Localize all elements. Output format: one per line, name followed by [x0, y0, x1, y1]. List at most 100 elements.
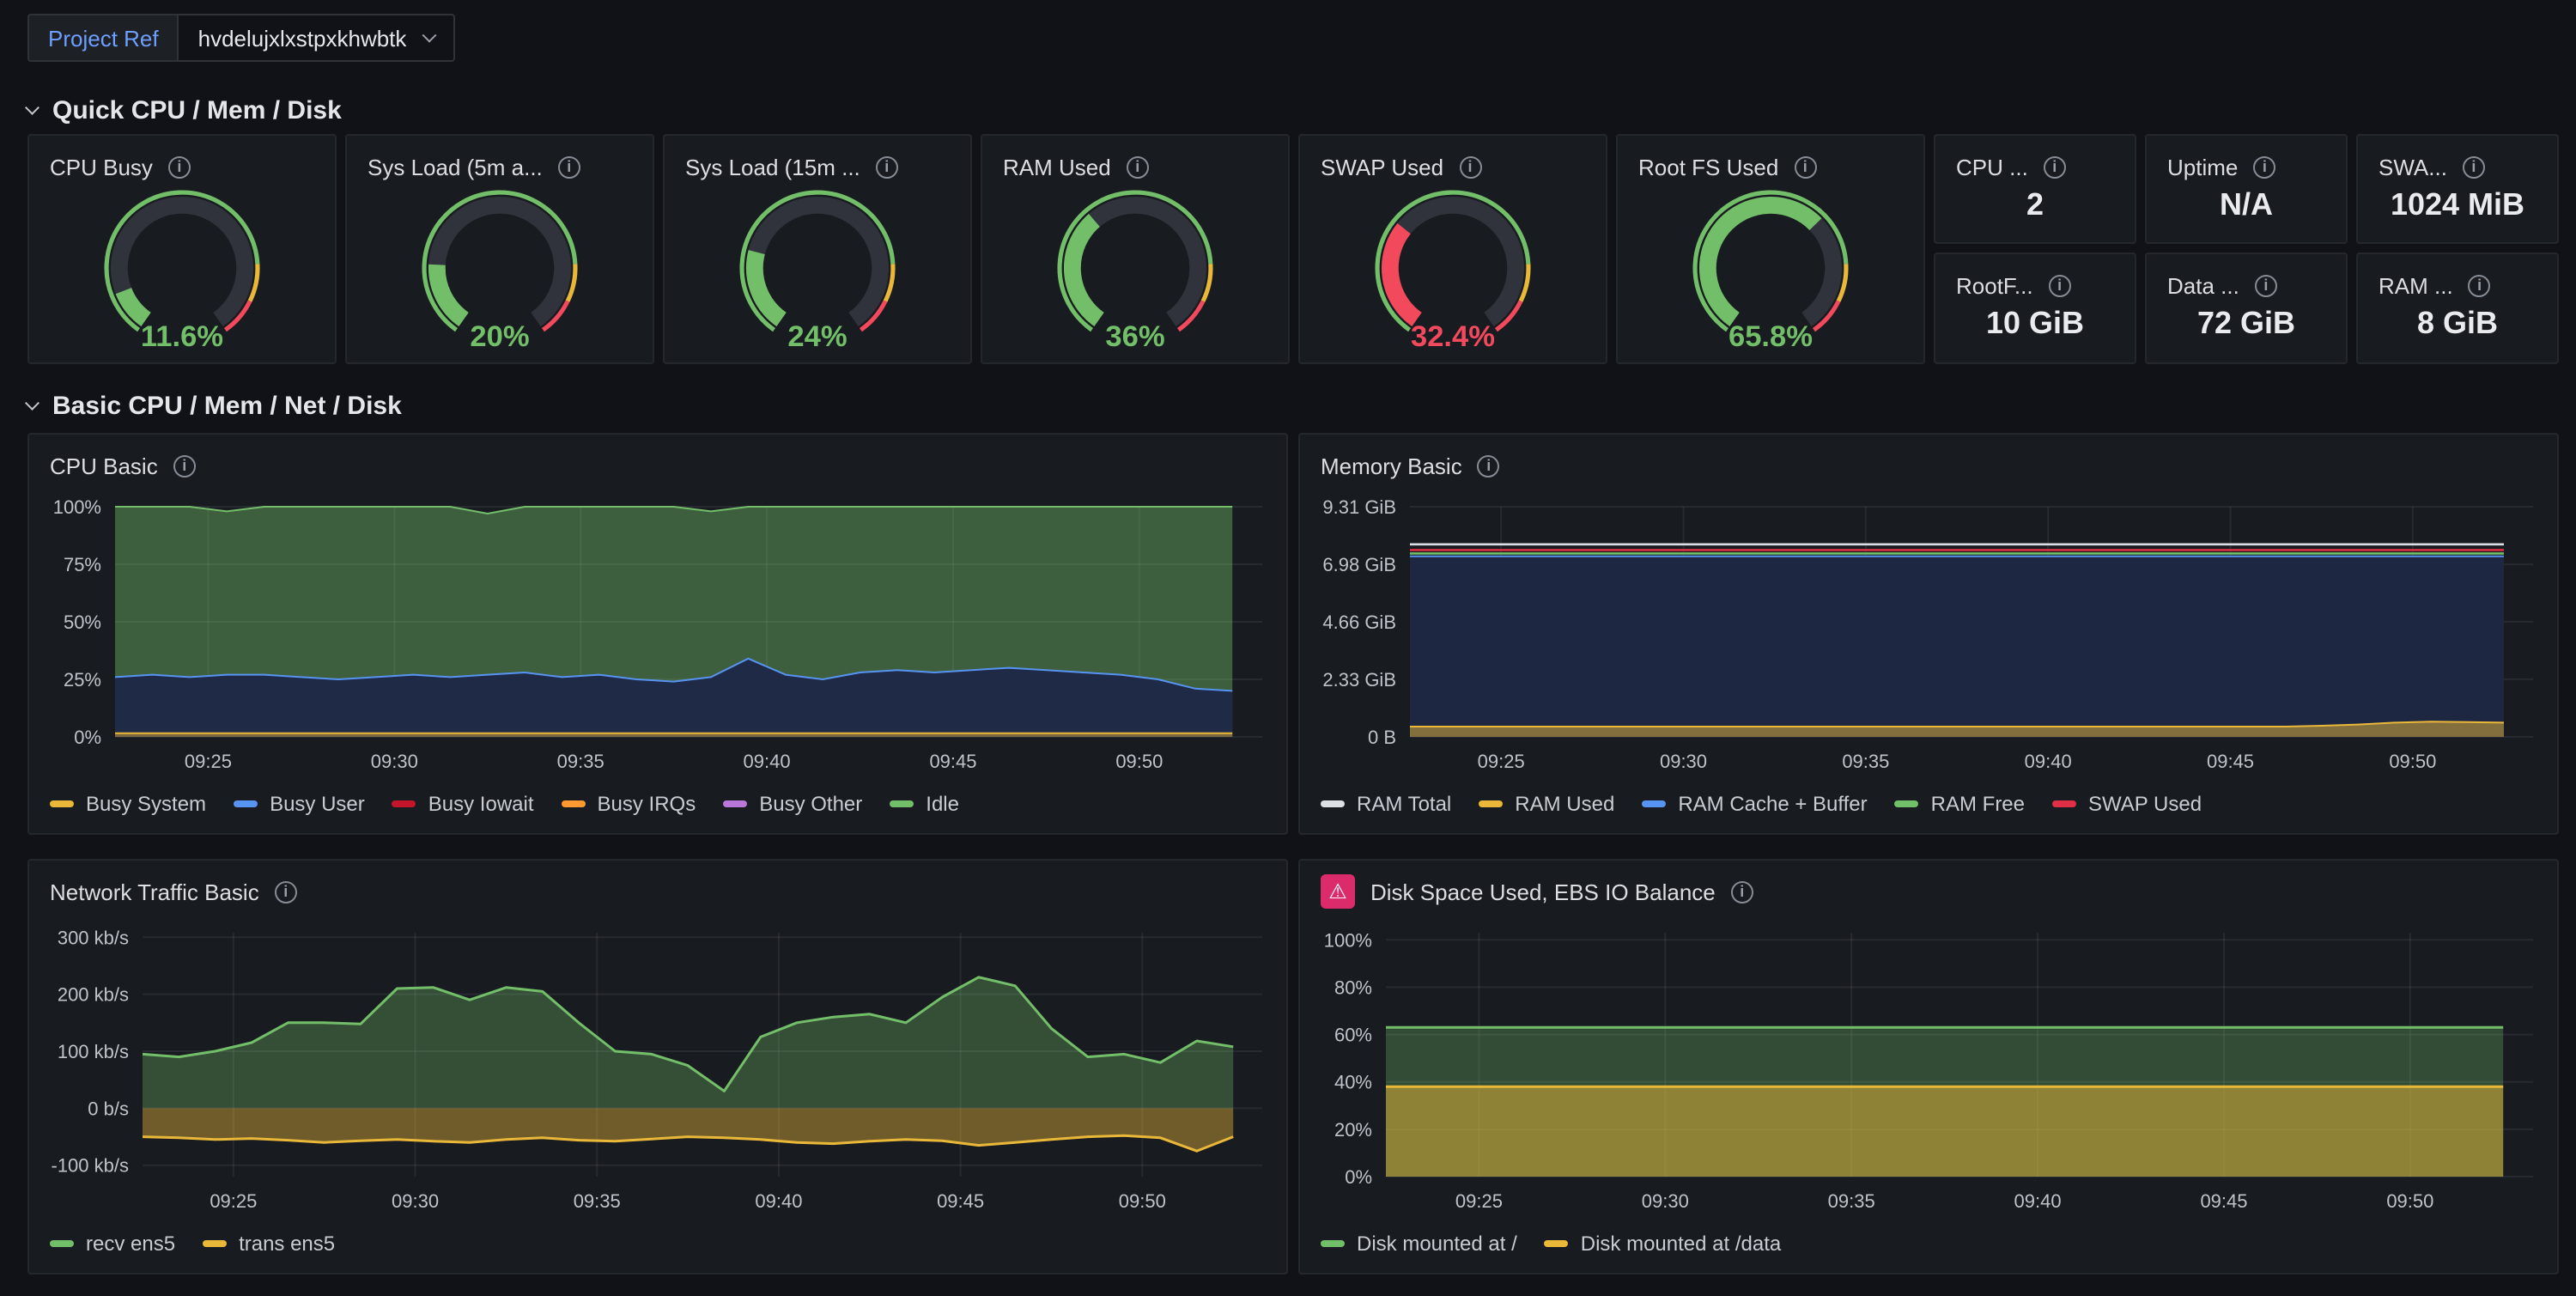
- disk-space-chart: 09:2509:3009:3509:4009:4509:50100%80%60%…: [1310, 919, 2543, 1218]
- legend-label: RAM Cache + Buffer: [1678, 792, 1867, 816]
- y-tick-label: 0%: [74, 727, 101, 748]
- info-icon[interactable]: i: [173, 454, 196, 477]
- legend-item[interactable]: Disk mounted at /data: [1545, 1232, 1781, 1256]
- x-tick-label: 09:45: [937, 1190, 984, 1212]
- panel-title[interactable]: CPU Busy: [50, 154, 153, 179]
- legend-marker: [1895, 800, 1919, 807]
- legend-item[interactable]: recv ens5: [50, 1232, 175, 1256]
- info-icon[interactable]: i: [2049, 274, 2071, 296]
- info-icon[interactable]: i: [168, 155, 191, 178]
- panel-title[interactable]: Memory Basic: [1321, 453, 1462, 478]
- legend-item[interactable]: Busy System: [50, 792, 206, 816]
- panel-title[interactable]: Sys Load (5m a...: [368, 154, 543, 179]
- x-tick-label: 09:40: [2025, 751, 2072, 772]
- section-title: Basic CPU / Mem / Net / Disk: [52, 391, 402, 420]
- info-icon[interactable]: i: [2463, 155, 2485, 178]
- info-icon[interactable]: i: [1731, 880, 1753, 903]
- legend-item[interactable]: Busy IRQs: [562, 792, 696, 816]
- panel-title[interactable]: Disk Space Used, EBS IO Balance: [1370, 879, 1716, 904]
- panel-title[interactable]: SWAP Used: [1321, 154, 1443, 179]
- legend-item[interactable]: RAM Used: [1479, 792, 1614, 816]
- info-icon[interactable]: i: [1127, 155, 1149, 178]
- gauge-root-fs-used: 65.8%: [1625, 184, 1917, 359]
- legend-marker: [723, 800, 747, 807]
- panel-stat-rootfs-total: RootF... i 10 GiB: [1934, 253, 2136, 364]
- x-tick-label: 09:25: [1455, 1190, 1503, 1212]
- legend-item[interactable]: RAM Cache + Buffer: [1642, 792, 1867, 816]
- info-icon[interactable]: i: [558, 155, 580, 178]
- panel-title[interactable]: RAM ...: [2379, 272, 2453, 298]
- panel-title[interactable]: Data ...: [2167, 272, 2239, 298]
- x-tick-label: 09:35: [1842, 751, 1889, 772]
- info-icon[interactable]: i: [275, 880, 297, 903]
- legend-item[interactable]: trans ens5: [203, 1232, 335, 1256]
- y-tick-label: 6.98 GiB: [1322, 554, 1396, 575]
- cpu-basic-chart: 09:2509:3009:3509:4009:4509:50100%75%50%…: [39, 493, 1273, 778]
- panel-network-traffic-basic: Network Traffic Basic i 09:2509:3009:3509…: [27, 859, 1288, 1275]
- row-basic-top: CPU Basici 09:2509:3009:3509:4009:4509:5…: [0, 433, 2576, 835]
- stat-value: 10 GiB: [1935, 295, 2135, 352]
- section-header-basic[interactable]: Basic CPU / Mem / Net / Disk: [27, 386, 402, 424]
- info-icon[interactable]: i: [1794, 155, 1816, 178]
- legend-item[interactable]: RAM Free: [1895, 792, 2025, 816]
- gauge-value: 24%: [787, 320, 847, 353]
- info-icon[interactable]: i: [876, 155, 898, 178]
- legend-label: Disk mounted at /data: [1581, 1232, 1781, 1256]
- info-icon[interactable]: i: [2253, 155, 2275, 178]
- legend-item[interactable]: Disk mounted at /: [1321, 1232, 1517, 1256]
- info-icon[interactable]: i: [1478, 454, 1500, 477]
- x-tick-label: 09:50: [2389, 751, 2436, 772]
- legend-item[interactable]: Idle: [890, 792, 959, 816]
- y-tick-label: 100%: [1324, 929, 1372, 951]
- panel-ram-used: RAM Usedi 36%: [981, 134, 1290, 364]
- y-tick-label: 0%: [1345, 1166, 1372, 1188]
- legend-item[interactable]: RAM Total: [1321, 792, 1451, 816]
- legend-label: recv ens5: [86, 1232, 175, 1256]
- info-icon[interactable]: i: [2255, 274, 2277, 296]
- legend-item[interactable]: SWAP Used: [2052, 792, 2202, 816]
- legend-item[interactable]: Busy User: [234, 792, 365, 816]
- info-icon[interactable]: i: [2469, 274, 2491, 296]
- gauge-sys-load-5m: 20%: [354, 184, 646, 359]
- panel-cpu-basic: CPU Basici 09:2509:3009:3509:4009:4509:5…: [27, 433, 1288, 835]
- stat-value: 72 GiB: [2147, 295, 2346, 352]
- x-tick-label: 09:30: [1660, 751, 1707, 772]
- chart-svg: 09:2509:3009:3509:4009:4509:50100%75%50%…: [39, 493, 1273, 778]
- legend-item[interactable]: Busy Iowait: [392, 792, 534, 816]
- x-tick-label: 09:25: [185, 751, 232, 772]
- memory-basic-chart: 09:2509:3009:3509:4009:4509:509.31 GiB6.…: [1310, 493, 2543, 778]
- alert-icon[interactable]: ⚠: [1321, 874, 1355, 909]
- panel-stat-uptime: Uptimei N/A: [2145, 134, 2348, 244]
- panel-title[interactable]: Network Traffic Basic: [50, 879, 259, 904]
- panel-title[interactable]: CPU ...: [1956, 154, 2028, 179]
- panel-title[interactable]: Uptime: [2167, 154, 2238, 179]
- panel-title[interactable]: Sys Load (15m ...: [685, 154, 860, 179]
- variable-dropdown[interactable]: hvdelujxlxstpxkhwbtk: [178, 14, 455, 62]
- panel-title[interactable]: SWA...: [2379, 154, 2447, 179]
- legend-label: Busy Iowait: [428, 792, 534, 816]
- legend-marker: [1321, 800, 1345, 807]
- gauge-svg: 32.4%: [1307, 184, 1599, 359]
- x-tick-label: 09:30: [371, 751, 418, 772]
- gauge-sys-load-15m: 24%: [671, 184, 963, 359]
- panel-title[interactable]: CPU Basic: [50, 453, 158, 478]
- legend-label: Idle: [926, 792, 959, 816]
- legend-marker: [562, 800, 586, 807]
- section-header-quick[interactable]: Quick CPU / Mem / Disk: [27, 91, 342, 129]
- chevron-down-icon: [26, 100, 39, 114]
- legend-label: RAM Used: [1515, 792, 1614, 816]
- panel-stat-ram-total: RAM ...i 8 GiB: [2356, 253, 2559, 364]
- panel-title[interactable]: Root FS Used: [1638, 154, 1778, 179]
- panel-title[interactable]: RAM Used: [1003, 154, 1111, 179]
- info-icon[interactable]: i: [2044, 155, 2066, 178]
- gauge-value: 11.6%: [141, 320, 223, 353]
- y-tick-label: 25%: [64, 669, 101, 691]
- network-traffic-chart: 09:2509:3009:3509:4009:4509:50300 kb/s20…: [39, 919, 1273, 1218]
- y-tick-label: 2.33 GiB: [1322, 669, 1396, 691]
- variable-label: Project Ref: [27, 14, 178, 62]
- y-tick-label: 20%: [1334, 1119, 1372, 1141]
- y-tick-label: 100%: [53, 496, 101, 518]
- legend-item[interactable]: Busy Other: [723, 792, 862, 816]
- info-icon[interactable]: i: [1459, 155, 1481, 178]
- panel-title[interactable]: RootF...: [1956, 272, 2033, 298]
